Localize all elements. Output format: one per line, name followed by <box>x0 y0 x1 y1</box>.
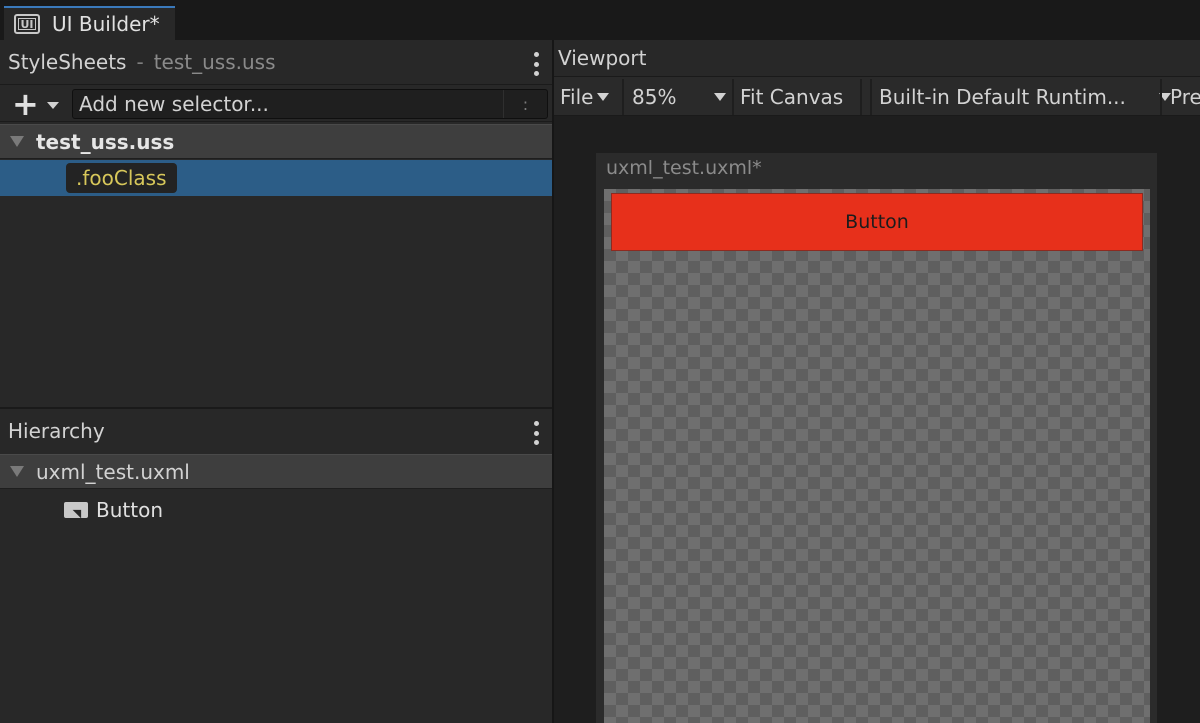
hierarchy-menu-icon[interactable] <box>533 421 539 445</box>
hierarchy-title: Hierarchy <box>8 419 105 443</box>
toolbar-separator <box>622 79 624 115</box>
title-separator: - <box>136 50 144 74</box>
theme-dropdown[interactable]: Built-in Default Runtim... <box>879 79 1171 115</box>
pseudo-class-button[interactable]: : <box>503 90 547 118</box>
stylesheets-menu-icon[interactable] <box>533 52 539 76</box>
foldout-triangle-icon[interactable] <box>10 136 24 147</box>
add-stylesheet-button[interactable]: + <box>6 85 66 123</box>
toolbar-separator <box>860 79 862 115</box>
zoom-dropdown[interactable]: 85% <box>632 79 730 115</box>
preview-label: Pre <box>1170 85 1200 109</box>
canvas-area[interactable]: Button <box>604 189 1150 723</box>
viewport-header: Viewport <box>554 40 1200 76</box>
foldout-triangle-icon[interactable] <box>10 466 24 477</box>
window-tab-strip: UI UI Builder* <box>0 0 1200 40</box>
toolbar-separator <box>870 79 872 115</box>
zoom-value: 85% <box>632 85 677 109</box>
canvas-button-element[interactable]: Button <box>611 193 1143 251</box>
document-name: uxml_test.uxml <box>36 459 190 484</box>
add-selector-input[interactable]: Add new selector... : <box>72 89 548 119</box>
chevron-down-icon <box>714 93 726 101</box>
ui-builder-icon: UI <box>14 14 40 34</box>
hierarchy-header: Hierarchy <box>0 409 553 453</box>
left-column: StyleSheets - test_uss.uss + Add new sel… <box>0 40 553 723</box>
button-element-icon <box>64 500 90 520</box>
chevron-down-icon <box>597 93 610 101</box>
theme-value: Built-in Default Runtim... <box>879 85 1126 109</box>
window-title: UI Builder* <box>52 12 160 36</box>
stylesheets-title: StyleSheets <box>8 50 127 74</box>
hierarchy-item-button[interactable]: Button <box>64 496 163 524</box>
document-foldout[interactable]: uxml_test.uxml <box>0 454 553 489</box>
selector-row[interactable]: .fooClass <box>0 160 553 196</box>
toolbar-separator <box>1160 79 1162 115</box>
file-menu-label: File <box>560 85 594 109</box>
add-selector-placeholder: Add new selector... <box>79 92 269 116</box>
viewport-title: Viewport <box>558 46 647 70</box>
file-menu-button[interactable]: File <box>560 79 622 115</box>
toolbar-separator <box>732 79 734 115</box>
viewport-panel: Viewport File 85% Fit Canvas Built-in De… <box>554 40 1200 723</box>
selector-pill[interactable]: .fooClass <box>66 163 177 193</box>
canvas-button-label: Button <box>845 211 909 233</box>
fit-canvas-label: Fit Canvas <box>740 85 844 109</box>
canvas-title[interactable]: uxml_test.uxml* <box>606 157 762 179</box>
chevron-down-icon <box>46 101 59 109</box>
plus-icon: + <box>12 85 39 123</box>
current-stylesheet: test_uss.uss <box>153 50 276 74</box>
canvas-frame: uxml_test.uxml* Button <box>596 153 1157 723</box>
preview-button[interactable]: Pre <box>1170 79 1200 115</box>
ui-builder-tab[interactable]: UI UI Builder* <box>4 6 175 40</box>
viewport-toolbar: File 85% Fit Canvas Built-in Default Run… <box>554 76 1200 116</box>
stylesheets-header: StyleSheets - test_uss.uss <box>0 40 553 84</box>
stylesheets-toolbar: + Add new selector... : <box>0 84 553 122</box>
hierarchy-item-label: Button <box>96 498 163 522</box>
fit-canvas-button[interactable]: Fit Canvas <box>740 79 858 115</box>
stylesheet-name: test_uss.uss <box>36 129 175 154</box>
stylesheet-foldout[interactable]: test_uss.uss <box>0 124 553 159</box>
